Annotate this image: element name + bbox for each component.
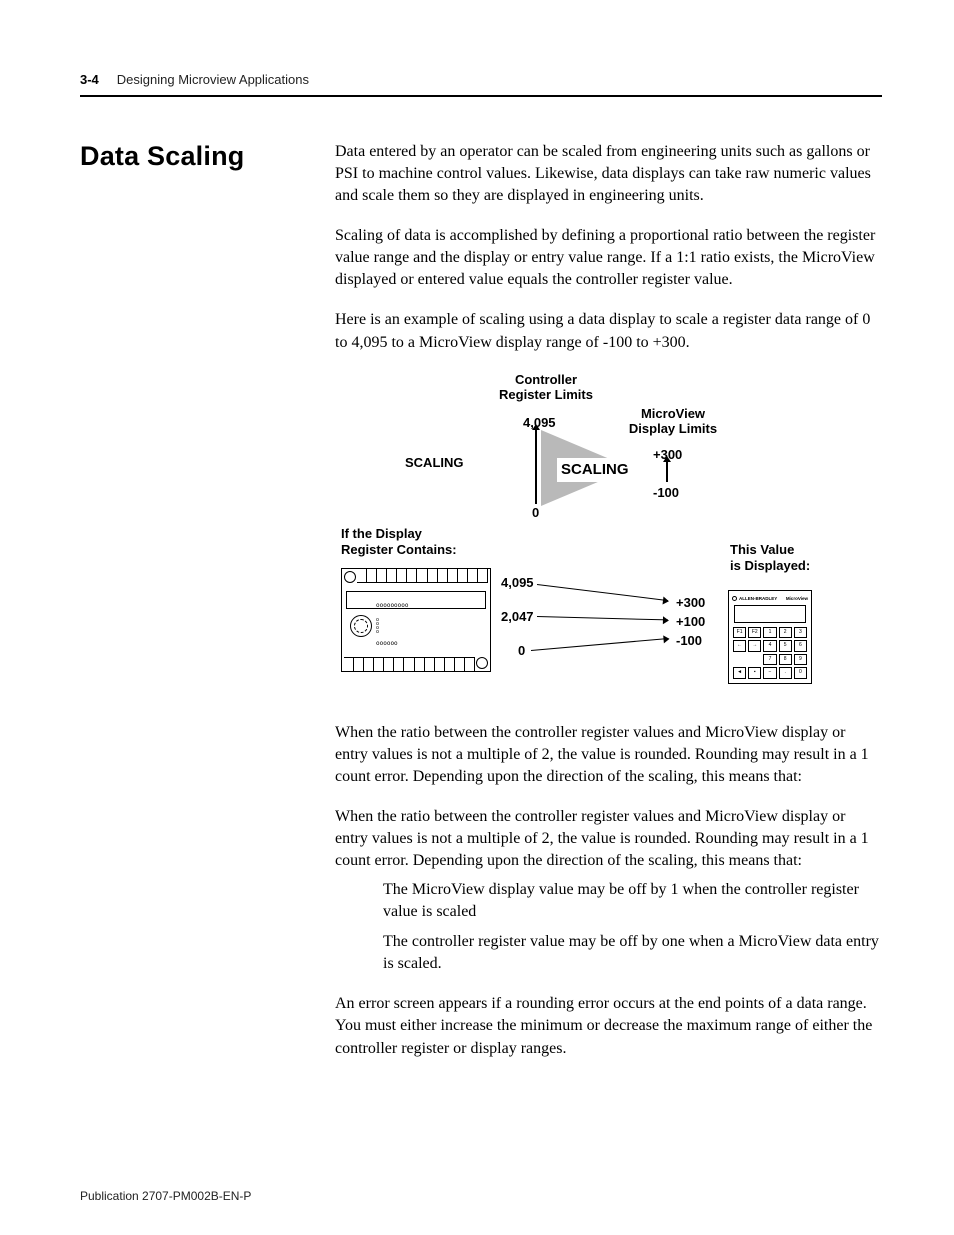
right-caption: This Value is Displayed: [730, 542, 810, 575]
map-output-value: +300 [676, 594, 705, 612]
bullet-list: The MicroView display value may be off b… [383, 879, 882, 975]
scaling-label-left: SCALING [405, 454, 464, 472]
main-content: Data Scaling Data entered by an operator… [80, 141, 882, 1078]
mapping-line [531, 638, 669, 651]
controller-range-arrow [535, 430, 537, 504]
page-header: 3-4 Designing Microview Applications [80, 72, 882, 97]
bullet-item: The controller register value may be off… [383, 931, 882, 975]
map-input-value: 2,047 [501, 608, 534, 626]
microview-keypad: F1F2123 ←→456 789 ◄▪−.0 [733, 627, 807, 679]
map-output-value: -100 [676, 632, 702, 650]
controller-min: 0 [532, 504, 539, 522]
paragraph: When the ratio between the controller re… [335, 722, 882, 788]
paragraph: Here is an example of scaling using a da… [335, 309, 882, 353]
publication-number: Publication 2707-PM002B-EN-P [80, 1189, 251, 1203]
microview-limits-label: MicroView Display Limits [623, 406, 723, 437]
mv-brand: ALLEN-BRADLEY [739, 596, 777, 602]
paragraph: An error screen appears if a rounding er… [335, 993, 882, 1059]
left-caption: If the Display Register Contains: [341, 526, 457, 559]
map-output-value: +100 [676, 613, 705, 631]
controller-limits-label: Controller Register Limits [491, 372, 601, 403]
paragraph: Scaling of data is accomplished by defin… [335, 225, 882, 291]
controller-device-icon: ooooooooo oooo oooooo [341, 568, 491, 672]
bullet-item: The MicroView display value may be off b… [383, 879, 882, 923]
page-number: 3-4 [80, 72, 99, 87]
paragraph: Data entered by an operator can be scale… [335, 141, 882, 207]
sidebar: Data Scaling [80, 141, 335, 1078]
map-input-value: 4,095 [501, 574, 534, 592]
mapping-line [537, 584, 668, 601]
section-heading: Data Scaling [80, 141, 335, 172]
microview-device-icon: ALLEN-BRADLEY MicroView F1F2123 ←→456 78… [728, 590, 812, 684]
mv-model: MicroView [786, 596, 808, 602]
mapping-line [537, 616, 668, 620]
chapter-title: Designing Microview Applications [117, 72, 309, 87]
paragraph: When the ratio between the controller re… [335, 806, 882, 872]
scaling-diagram: Controller Register Limits 4,095 0 SCALI… [335, 372, 882, 694]
microview-min: -100 [653, 484, 679, 502]
map-input-value: 0 [518, 642, 525, 660]
scaling-label-center: SCALING [557, 458, 633, 483]
microview-range-arrow [666, 462, 668, 482]
body-column: Data entered by an operator can be scale… [335, 141, 882, 1078]
